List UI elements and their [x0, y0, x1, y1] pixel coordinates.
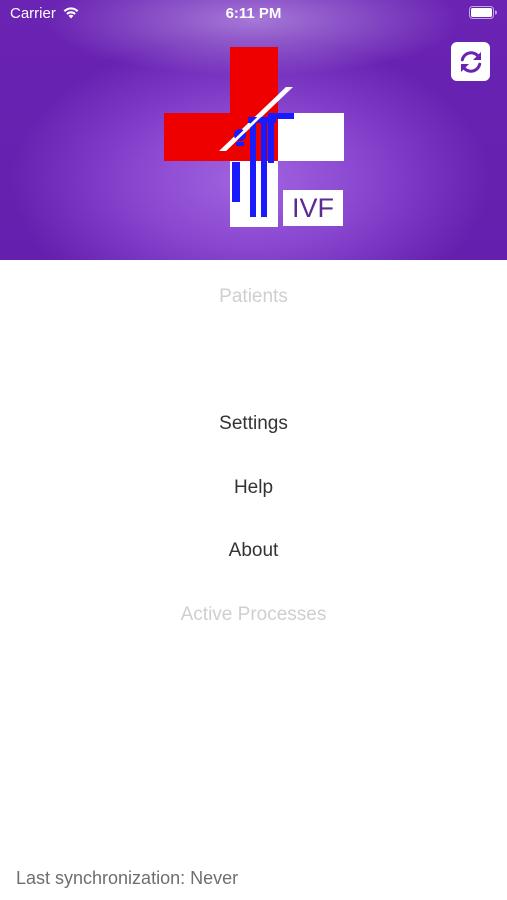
menu-item-active-processes: Active Processes	[180, 604, 327, 625]
last-sync-label: Last synchronization: Never	[16, 868, 239, 888]
app-screen: Carrier 6:11 PM IVF Patients Settings He…	[0, 0, 507, 900]
refresh-icon	[460, 50, 481, 73]
battery-icon	[469, 6, 497, 19]
menu-item-settings[interactable]: Settings	[0, 413, 507, 435]
sync-button[interactable]	[451, 42, 490, 81]
status-bar: Carrier 6:11 PM	[0, 0, 507, 27]
header-banner: Carrier 6:11 PM IVF	[0, 0, 507, 260]
logo-ivf-text: IVF	[283, 190, 343, 226]
status-time: 6:11 PM	[225, 5, 282, 22]
menu-item-help[interactable]: Help	[0, 477, 507, 499]
menu-item-patients: Patients	[219, 286, 288, 307]
menu-item-about[interactable]: About	[0, 540, 507, 562]
